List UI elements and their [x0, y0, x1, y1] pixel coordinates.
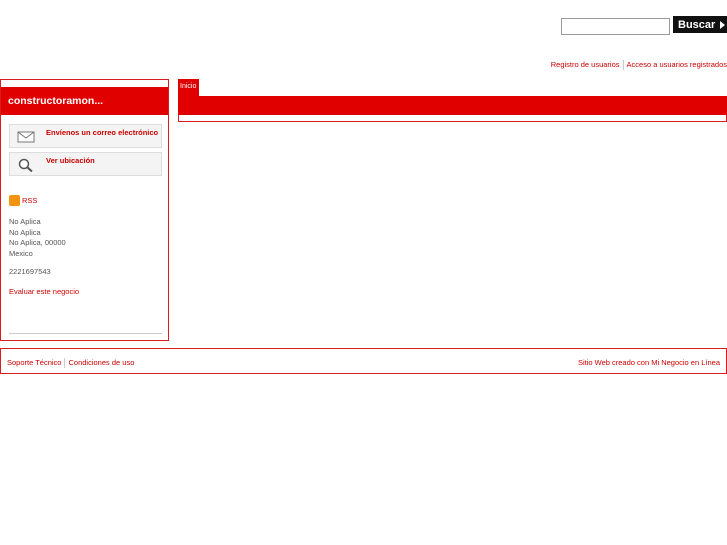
arrow-right-icon — [720, 20, 726, 29]
rss-link[interactable]: RSS — [9, 195, 37, 206]
sidebar: constructoramon... Envíenos un correo el… — [0, 79, 169, 341]
search-input[interactable] — [561, 18, 670, 35]
address: No Aplica No Aplica No Aplica, 00000 Mex… — [9, 217, 66, 259]
address-line: Mexico — [9, 248, 33, 258]
footer-links: Soporte Técnico Condiciones de uso — [7, 358, 134, 368]
magnifier-icon — [18, 158, 33, 172]
footer: Soporte Técnico Condiciones de uso Sitio… — [0, 348, 727, 374]
separator — [622, 60, 624, 70]
address-line: No Aplica — [9, 227, 41, 237]
divider — [9, 333, 162, 334]
search-button[interactable]: Buscar — [673, 16, 727, 33]
separator — [64, 358, 66, 368]
rss-label: RSS — [22, 196, 38, 205]
search-button-label: Buscar — [678, 18, 716, 31]
register-link[interactable]: Registro de usuarios — [551, 60, 620, 70]
tab-inicio[interactable]: Inicio — [178, 79, 199, 96]
top-links: Registro de usuarios Acceso a usuarios r… — [551, 60, 727, 70]
address-line: No Aplica — [9, 217, 41, 226]
credit-link[interactable]: Sitio Web creado con Mi Negocio en Línea — [578, 358, 720, 367]
main-panel — [178, 115, 727, 122]
support-link[interactable]: Soporte Técnico — [7, 358, 61, 368]
login-link[interactable]: Acceso a usuarios registrados — [627, 60, 727, 70]
rss-icon — [9, 195, 20, 206]
email-button-label: Envíenos un correo electrónico — [46, 128, 159, 137]
location-button-label: Ver ubicación — [46, 156, 95, 165]
main-content: Inicio — [178, 79, 727, 123]
location-button[interactable]: Ver ubicación — [9, 152, 162, 176]
phone-number: 2221697543 — [9, 267, 51, 276]
rate-business-link[interactable]: Evaluar este negocio — [9, 287, 79, 296]
address-line: No Aplica, 00000 — [9, 238, 66, 247]
envelope-icon — [17, 131, 35, 143]
email-button[interactable]: Envíenos un correo electrónico — [9, 124, 162, 148]
business-title: constructoramon... — [1, 87, 168, 115]
main-header-bar — [178, 96, 727, 115]
terms-link[interactable]: Condiciones de uso — [68, 358, 134, 368]
